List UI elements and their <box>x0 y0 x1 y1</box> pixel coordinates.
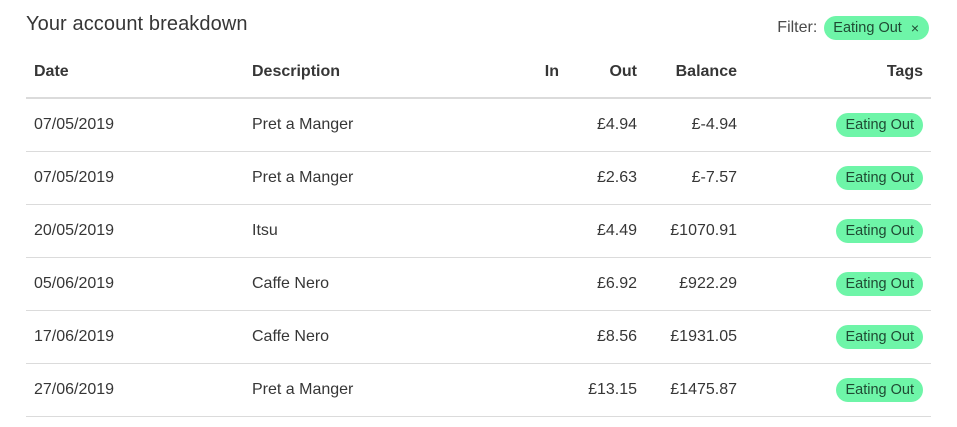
remove-filter-icon[interactable]: × <box>911 21 919 35</box>
table-row[interactable]: 07/05/2019 Pret a Manger £2.63 £-7.57 Ea… <box>26 151 931 205</box>
cell-balance: £1475.87 <box>645 363 745 417</box>
column-header-balance[interactable]: Balance <box>645 47 745 99</box>
filter-bar: Filter: Eating Out × <box>777 16 929 40</box>
cell-tags: Eating Out <box>745 98 931 152</box>
cell-balance: £-7.57 <box>645 151 745 205</box>
cell-in <box>500 204 567 258</box>
cell-out: £6.92 <box>567 257 645 311</box>
column-header-out[interactable]: Out <box>567 47 645 99</box>
tag-badge[interactable]: Eating Out <box>836 166 923 190</box>
cell-out: £4.49 <box>567 204 645 258</box>
table-header-row: Date Description In Out Balance Tags <box>26 47 931 99</box>
cell-out: £8.56 <box>567 310 645 364</box>
cell-in <box>500 310 567 364</box>
cell-out: £13.15 <box>567 363 645 417</box>
table-row[interactable]: 17/06/2019 Caffe Nero £8.56 £1931.05 Eat… <box>26 310 931 364</box>
cell-description: Caffe Nero <box>244 257 500 311</box>
column-header-tags[interactable]: Tags <box>745 47 931 99</box>
cell-description: Pret a Manger <box>244 151 500 205</box>
tag-badge[interactable]: Eating Out <box>836 113 923 137</box>
cell-out: £4.94 <box>567 98 645 152</box>
column-header-description[interactable]: Description <box>244 47 500 99</box>
filter-tag-label: Eating Out <box>833 20 902 36</box>
filter-label: Filter: <box>777 19 818 36</box>
table-row[interactable]: 27/06/2019 Pret a Manger £13.15 £1475.87… <box>26 363 931 417</box>
cell-tags: Eating Out <box>745 310 931 364</box>
cell-description: Itsu <box>244 204 500 258</box>
cell-date: 17/06/2019 <box>26 310 244 364</box>
cell-balance: £1931.05 <box>645 310 745 364</box>
cell-tags: Eating Out <box>745 204 931 258</box>
column-header-in[interactable]: In <box>500 47 567 99</box>
cell-description: Caffe Nero <box>244 310 500 364</box>
cell-in <box>500 98 567 152</box>
cell-description: Pret a Manger <box>244 363 500 417</box>
cell-tags: Eating Out <box>745 363 931 417</box>
transactions-table: Date Description In Out Balance Tags 07/… <box>26 47 931 417</box>
tag-badge[interactable]: Eating Out <box>836 325 923 349</box>
tag-badge[interactable]: Eating Out <box>836 378 923 402</box>
cell-date: 05/06/2019 <box>26 257 244 311</box>
cell-date: 27/06/2019 <box>26 363 244 417</box>
cell-balance: £922.29 <box>645 257 745 311</box>
cell-tags: Eating Out <box>745 257 931 311</box>
page-title: Your account breakdown <box>26 13 248 35</box>
tag-badge[interactable]: Eating Out <box>836 219 923 243</box>
table-row[interactable]: 20/05/2019 Itsu £4.49 £1070.91 Eating Ou… <box>26 204 931 258</box>
filter-tag: Eating Out × <box>824 16 929 40</box>
cell-date: 20/05/2019 <box>26 204 244 258</box>
tag-badge[interactable]: Eating Out <box>836 272 923 296</box>
cell-in <box>500 151 567 205</box>
cell-tags: Eating Out <box>745 151 931 205</box>
cell-balance: £1070.91 <box>645 204 745 258</box>
column-header-date[interactable]: Date <box>26 47 244 99</box>
table-row[interactable]: 07/05/2019 Pret a Manger £4.94 £-4.94 Ea… <box>26 98 931 152</box>
cell-in <box>500 257 567 311</box>
cell-description: Pret a Manger <box>244 98 500 152</box>
cell-date: 07/05/2019 <box>26 98 244 152</box>
cell-in <box>500 363 567 417</box>
cell-balance: £-4.94 <box>645 98 745 152</box>
table-row[interactable]: 05/06/2019 Caffe Nero £6.92 £922.29 Eati… <box>26 257 931 311</box>
cell-date: 07/05/2019 <box>26 151 244 205</box>
cell-out: £2.63 <box>567 151 645 205</box>
